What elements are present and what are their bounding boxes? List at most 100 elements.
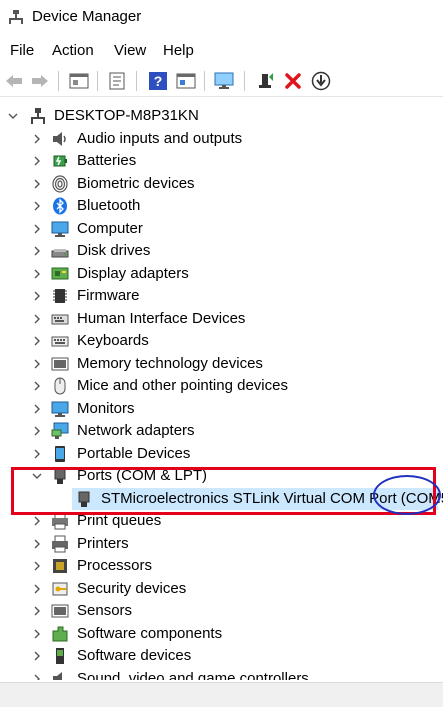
menu-action[interactable]: Action — [50, 42, 96, 59]
printer-icon — [52, 535, 68, 553]
chevron-right-icon[interactable] — [32, 649, 42, 663]
menu-view[interactable]: View — [112, 42, 148, 59]
tree-item-bluetooth[interactable]: Bluetooth — [0, 195, 443, 217]
chevron-right-icon[interactable] — [32, 357, 42, 371]
chevron-right-icon[interactable] — [32, 559, 42, 573]
status-bar — [0, 682, 443, 707]
keyboard-icon — [51, 336, 69, 347]
chevron-right-icon[interactable] — [32, 334, 42, 348]
annotation-blue-circle — [373, 475, 441, 515]
tree-item-printers[interactable]: Printers — [0, 533, 443, 555]
chevron-right-icon[interactable] — [32, 132, 42, 146]
tree-item-label: Software devices — [77, 647, 192, 664]
tree-item-label: Keyboards — [77, 332, 149, 349]
update-driver-icon[interactable] — [106, 70, 128, 92]
chevron-right-icon[interactable] — [32, 199, 42, 213]
toolbar-separator — [58, 71, 59, 91]
tree-item-disk-drives[interactable]: Disk drives — [0, 240, 443, 262]
tree-item-label: Processors — [77, 557, 153, 574]
tree-item-label: Mice and other pointing devices — [77, 377, 288, 394]
chevron-right-icon[interactable] — [32, 312, 42, 326]
display-adapter-icon — [51, 267, 69, 280]
menu-file[interactable]: File — [8, 42, 36, 59]
toolbar-separator — [136, 71, 137, 91]
tree-item-label: Biometric devices — [77, 175, 195, 192]
add-hardware-icon[interactable] — [254, 70, 276, 92]
tree-item-software-devices[interactable]: Software devices — [0, 645, 443, 667]
tree-item-label: Memory technology devices — [77, 355, 263, 372]
tree-item-network-adapters[interactable]: Network adapters — [0, 420, 443, 442]
help-icon[interactable]: ? — [147, 70, 169, 92]
monitor-scan-icon[interactable] — [214, 70, 236, 92]
tree-item-display-adapters[interactable]: Display adapters — [0, 263, 443, 285]
chevron-right-icon[interactable] — [32, 154, 42, 168]
mouse-icon — [54, 377, 66, 395]
forward-icon[interactable] — [29, 70, 51, 92]
chevron-right-icon[interactable] — [32, 267, 42, 281]
tree-item-label: Portable Devices — [77, 445, 191, 462]
chevron-right-icon[interactable] — [32, 537, 42, 551]
tree-item-label: Computer — [77, 220, 143, 237]
chevron-right-icon[interactable] — [32, 222, 42, 236]
toolbar: ? — [0, 66, 443, 97]
toolbar-separator — [97, 71, 98, 91]
tree-item-keyboards[interactable]: Keyboards — [0, 330, 443, 352]
show-hidden-icon[interactable] — [175, 70, 197, 92]
network-adapter-icon — [51, 422, 69, 439]
device-tree: DESKTOP-M8P31KN Audio inputs and outputs… — [0, 97, 443, 680]
chevron-right-icon[interactable] — [32, 672, 42, 680]
tree-item-label: Monitors — [77, 400, 135, 417]
tree-item-label: Printers — [77, 535, 129, 552]
tree-item-processors[interactable]: Processors — [0, 555, 443, 577]
tree-item-label: Sound, video and game controllers — [77, 670, 309, 680]
processor-icon — [53, 559, 67, 573]
chevron-right-icon[interactable] — [32, 402, 42, 416]
chevron-down-icon[interactable] — [8, 109, 18, 123]
back-icon[interactable] — [3, 70, 25, 92]
chevron-right-icon[interactable] — [32, 244, 42, 258]
memory-card-icon — [51, 357, 69, 371]
tree-item-audio[interactable]: Audio inputs and outputs — [0, 128, 443, 150]
chevron-right-icon[interactable] — [32, 424, 42, 438]
chevron-right-icon[interactable] — [32, 289, 42, 303]
chevron-right-icon[interactable] — [32, 379, 42, 393]
chevron-right-icon[interactable] — [32, 604, 42, 618]
software-device-icon — [56, 648, 64, 664]
tree-item-batteries[interactable]: Batteries — [0, 150, 443, 172]
menu-help[interactable]: Help — [161, 42, 196, 59]
tree-item-hid[interactable]: Human Interface Devices — [0, 308, 443, 330]
properties-icon[interactable] — [68, 70, 90, 92]
tree-item-computer[interactable]: Computer — [0, 218, 443, 240]
tree-item-label: Bluetooth — [77, 197, 141, 214]
chevron-right-icon[interactable] — [32, 177, 42, 191]
download-icon[interactable] — [310, 70, 332, 92]
tree-root-label: DESKTOP-M8P31KN — [54, 107, 199, 124]
tree-item-label: Human Interface Devices — [77, 310, 246, 327]
tree-item-sound-video[interactable]: Sound, video and game controllers — [0, 668, 443, 680]
tree-item-mice[interactable]: Mice and other pointing devices — [0, 375, 443, 397]
tree-root[interactable]: DESKTOP-M8P31KN — [0, 105, 443, 127]
tree-item-memory-technology[interactable]: Memory technology devices — [0, 353, 443, 375]
chevron-right-icon[interactable] — [32, 514, 42, 528]
tree-item-label: Network adapters — [77, 422, 195, 439]
computer-network-icon — [31, 108, 45, 124]
device-manager-icon — [9, 10, 23, 24]
monitor-icon — [51, 401, 69, 417]
speaker-icon — [53, 132, 66, 146]
tree-item-label: Firmware — [77, 287, 140, 304]
chevron-right-icon[interactable] — [32, 447, 42, 461]
tree-item-firmware[interactable]: Firmware — [0, 285, 443, 307]
tree-item-label: Batteries — [77, 152, 137, 169]
tree-item-biometric[interactable]: Biometric devices — [0, 173, 443, 195]
tree-item-portable-devices[interactable]: Portable Devices — [0, 443, 443, 465]
tree-item-software-components[interactable]: Software components — [0, 623, 443, 645]
svg-text:?: ? — [154, 73, 163, 89]
tree-item-monitors[interactable]: Monitors — [0, 398, 443, 420]
chevron-right-icon[interactable] — [32, 582, 42, 596]
uninstall-icon[interactable] — [282, 70, 304, 92]
chevron-right-icon[interactable] — [32, 627, 42, 641]
tree-item-sensors[interactable]: Sensors — [0, 600, 443, 622]
title-bar: Device Manager — [0, 0, 443, 36]
hid-icon — [51, 314, 69, 325]
tree-item-security-devices[interactable]: Security devices — [0, 578, 443, 600]
